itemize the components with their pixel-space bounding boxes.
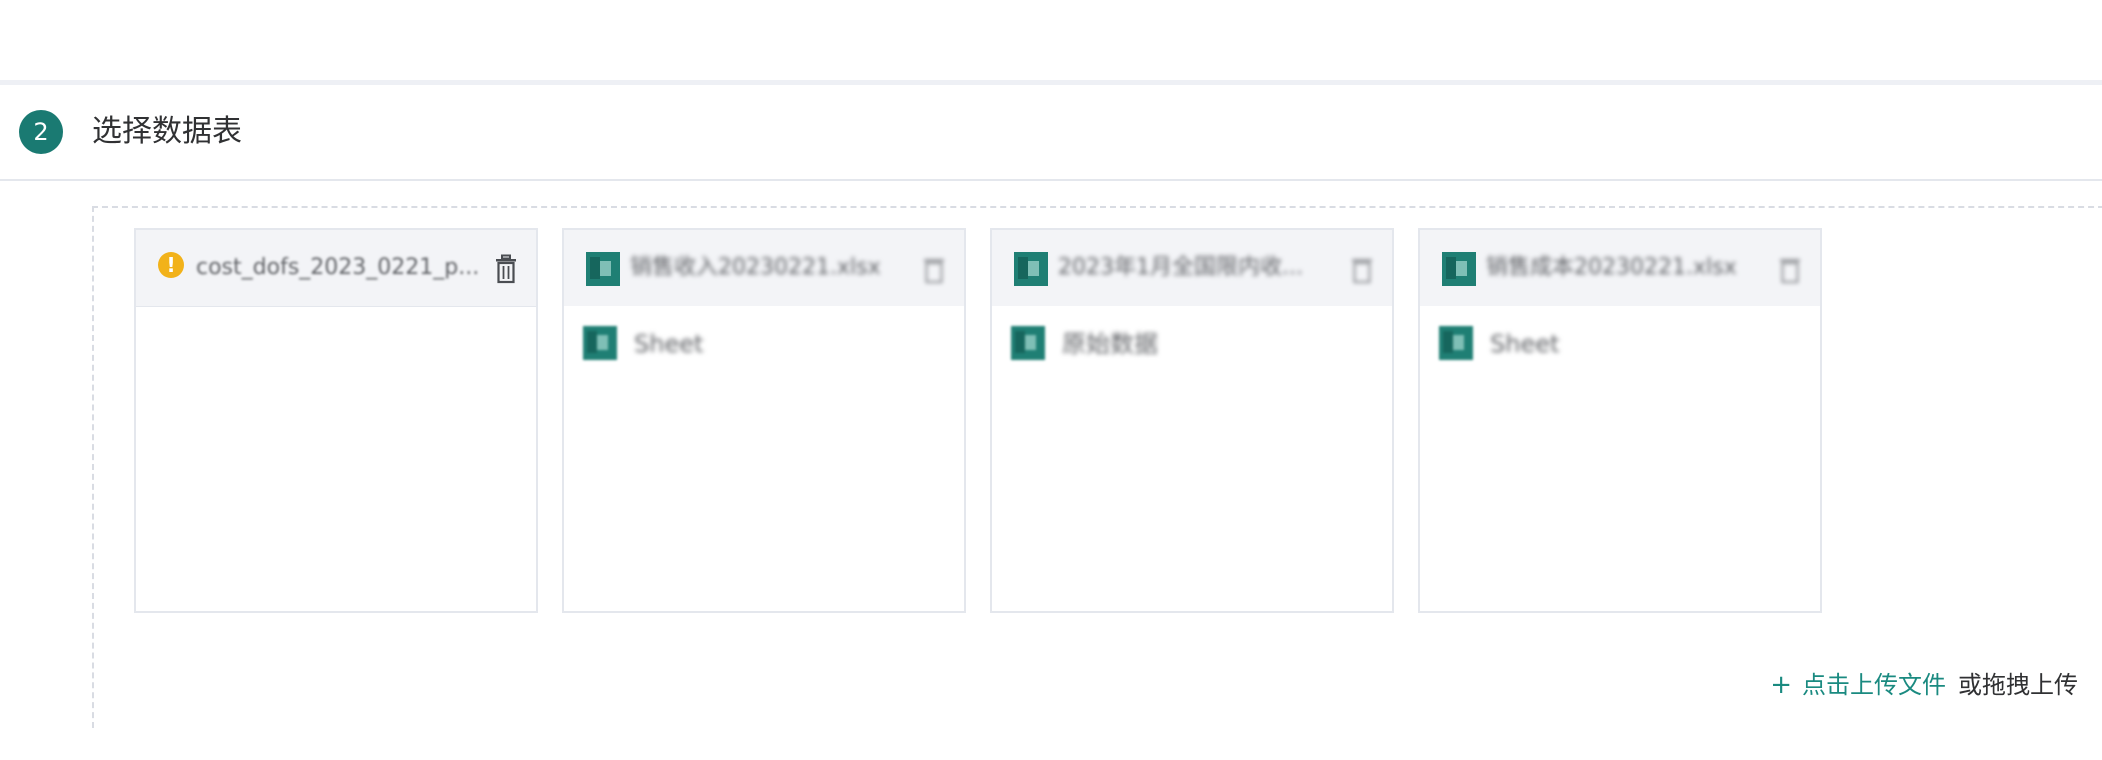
file-card[interactable]: 2023年1月全国限内收... 原始数据	[990, 228, 1394, 613]
top-panel	[0, 0, 2102, 85]
excel-file-icon	[1014, 252, 1048, 290]
file-card[interactable]: 销售收入20230221.xlsx Sheet	[562, 228, 966, 613]
section-title: 选择数据表	[92, 114, 242, 149]
excel-file-icon	[586, 252, 620, 290]
file-card-header: ! cost_dofs_2023_0221_p...	[136, 230, 536, 307]
file-card-header: 销售收入20230221.xlsx	[564, 230, 964, 306]
upload-file-link[interactable]: 点击上传文件	[1802, 671, 1946, 699]
delete-icon[interactable]	[494, 254, 518, 284]
delete-icon[interactable]	[1778, 254, 1802, 284]
sheet-icon	[583, 326, 617, 364]
delete-icon[interactable]	[922, 254, 946, 284]
plus-icon[interactable]: +	[1770, 670, 1792, 700]
sheet-item[interactable]: Sheet	[1436, 320, 1796, 372]
upload-area: + 点击上传文件 或拖拽上传	[1770, 668, 2078, 702]
sheet-icon	[1011, 326, 1045, 364]
step-number-badge: 2	[19, 110, 63, 154]
sheet-icon	[1439, 326, 1473, 364]
sheet-item[interactable]: Sheet	[580, 320, 940, 372]
delete-icon[interactable]	[1350, 254, 1374, 284]
file-card[interactable]: 销售成本20230221.xlsx Sheet	[1418, 228, 1822, 613]
file-name: cost_dofs_2023_0221_p...	[196, 255, 480, 280]
sheet-name: Sheet	[634, 330, 704, 358]
file-name: 销售收入20230221.xlsx	[630, 255, 881, 280]
file-card-header: 销售成本20230221.xlsx	[1420, 230, 1820, 306]
sheet-item[interactable]: 原始数据	[1008, 320, 1368, 372]
section-header: 2 选择数据表	[0, 85, 2102, 181]
file-name: 销售成本20230221.xlsx	[1486, 255, 1737, 280]
excel-file-icon	[1442, 252, 1476, 290]
warning-icon: !	[158, 252, 184, 278]
sheet-name: 原始数据	[1062, 330, 1158, 358]
sheet-name: Sheet	[1490, 330, 1560, 358]
drag-upload-hint: 或拖拽上传	[1958, 671, 2078, 699]
file-name: 2023年1月全国限内收...	[1058, 255, 1303, 280]
file-card-header: 2023年1月全国限内收...	[992, 230, 1392, 306]
file-card[interactable]: ! cost_dofs_2023_0221_p...	[134, 228, 538, 613]
